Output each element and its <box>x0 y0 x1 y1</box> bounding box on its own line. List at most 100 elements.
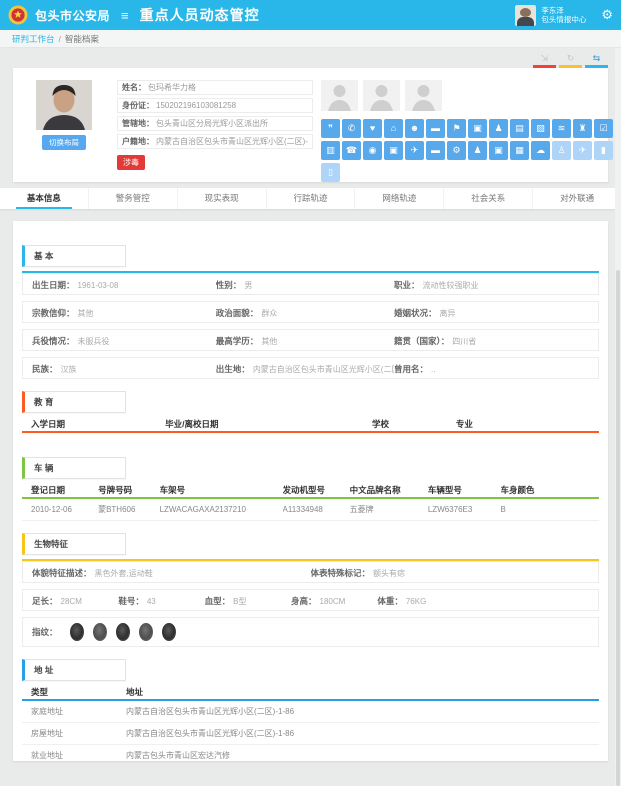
scrollbar-thumb[interactable] <box>616 270 620 786</box>
education-table-header: 入学日期 毕业/离校日期 学校 专业 <box>22 417 599 433</box>
section-vehicle-title: 车 辆 <box>22 457 126 479</box>
phone-call-icon[interactable]: ✆ <box>342 119 361 138</box>
tab-external-contact[interactable]: 对外联通 <box>532 188 621 209</box>
address-table-row: 就业地址 内蒙古包头市青山区宏达汽修 <box>22 745 599 761</box>
section-education-title: 教 育 <box>22 391 126 413</box>
user-name: 李东泽 <box>541 6 586 15</box>
fingerprint-image[interactable] <box>70 623 84 641</box>
field-jurisdiction: 管辖地： 包头青山区分局光辉小区派出所 <box>117 116 313 131</box>
app-title: 重点人员动态管控 <box>140 5 260 25</box>
bed-icon[interactable]: ▬ <box>426 141 445 160</box>
fingerprint-image[interactable] <box>116 623 130 641</box>
section-education: 教 育 入学日期 毕业/离校日期 学校 专业 <box>22 391 599 445</box>
breadcrumb-current: 智能档案 <box>65 33 99 45</box>
switch-layout-button[interactable]: 切换布局 <box>42 135 86 150</box>
person-bust-icon[interactable]: ♟ <box>468 141 487 160</box>
train-icon[interactable]: ▯ <box>321 163 340 182</box>
phone-icon[interactable]: ☎ <box>342 141 361 160</box>
user-box[interactable]: 李东泽 包头情报中心 <box>515 5 586 26</box>
refresh-icon: ↻ <box>559 52 582 65</box>
fingerprint-image[interactable] <box>93 623 107 641</box>
education-empty-body <box>22 433 599 445</box>
gear-icon[interactable]: ⚙ <box>447 141 466 160</box>
data-category-icon-grid: ❞ ✆ ♥ ⌂ ☻ ▬ ⚑ ▣ ♟ ▤ ▧ ≋ ♜ ☑ ▥ ☎ ◉ ▣ ✈ ▬ … <box>321 119 617 185</box>
photo-placeholder[interactable] <box>363 80 400 111</box>
check-square-icon[interactable]: ☑ <box>594 119 613 138</box>
fingerprint-image[interactable] <box>139 623 153 641</box>
menu-icon[interactable]: ≡ <box>121 8 129 23</box>
profile-card: 切换布局 姓名： 包玛希华力格 身份证： 150202196103081258 … <box>13 68 608 182</box>
vehicle-table-header: 登记日期 号牌号码 车架号 发动机型号 中文品牌名称 车辆型号 车身颜色 <box>22 483 599 499</box>
bed-icon[interactable]: ▬ <box>426 119 445 138</box>
basic-row: 民族：汉族 出生地：内蒙古自治区包头市青山区光辉小区(二区)-1-86 曾用名：… <box>22 357 599 379</box>
photo-placeholder[interactable] <box>321 80 358 111</box>
field-name: 姓名： 包玛希华力格 <box>117 80 313 95</box>
user-dept: 包头情报中心 <box>541 15 586 24</box>
refresh-control[interactable]: ↻ <box>559 52 582 68</box>
bus-icon[interactable]: ▮ <box>594 141 613 160</box>
graduation-cap-icon[interactable]: ⚑ <box>447 119 466 138</box>
chat-icon[interactable]: ❞ <box>321 119 340 138</box>
file-icon[interactable]: ▤ <box>510 119 529 138</box>
address-table-header: 类型 地址 <box>22 685 599 701</box>
refresh-underline <box>559 65 582 68</box>
bank-icon[interactable]: ♜ <box>573 119 592 138</box>
credit-card-icon[interactable]: ▦ <box>510 141 529 160</box>
settings-gear-icon[interactable]: ⚙ <box>601 7 613 23</box>
user-avatar[interactable] <box>515 5 536 26</box>
plane-icon[interactable]: ✈ <box>405 141 424 160</box>
photo-placeholder[interactable] <box>405 80 442 111</box>
home-icon[interactable]: ⌂ <box>384 119 403 138</box>
subject-photo[interactable] <box>36 80 92 130</box>
police-badge-logo <box>8 5 28 25</box>
section-biometrics-title: 生物特征 <box>22 533 126 555</box>
breadcrumb-separator: / <box>59 34 61 44</box>
expand-icon: ⇲ <box>533 52 556 65</box>
swap-underline <box>585 65 608 68</box>
police-car-icon[interactable]: ▣ <box>384 141 403 160</box>
section-basic: 基 本 出生日期：1961-03-08 性别：男 职业：流动性较强职业 宗教信仰… <box>22 245 599 379</box>
drug-related-badge: 涉毒 <box>117 155 145 170</box>
tab-social-relations[interactable]: 社会关系 <box>443 188 532 209</box>
cloud-icon[interactable]: ☁ <box>531 141 550 160</box>
tab-police-control[interactable]: 警务管控 <box>88 188 177 209</box>
section-biometrics: 生物特征 体貌特征描述：黑色外套,运动鞋 体表特殊标记：额头有痣 足长：28CM… <box>22 533 599 647</box>
person-icon[interactable]: ♟ <box>489 119 508 138</box>
org-name: 包头市公安局 <box>35 7 110 24</box>
rss-icon[interactable]: ◉ <box>363 141 382 160</box>
basic-row: 兵役情况：未服兵役 最高学历：其他 籍贯（国家）：四川省 <box>22 329 599 351</box>
wifi-icon[interactable]: ≋ <box>552 119 571 138</box>
tab-real-performance[interactable]: 现实表现 <box>177 188 266 209</box>
car-icon[interactable]: ▣ <box>468 119 487 138</box>
breadcrumb: 研判工作台 / 智能档案 <box>0 30 621 48</box>
section-vehicle: 车 辆 登记日期 号牌号码 车架号 发动机型号 中文品牌名称 车辆型号 车身颜色… <box>22 457 599 521</box>
id-card-icon[interactable]: ▥ <box>321 141 340 160</box>
swap-icon: ⇆ <box>585 52 608 65</box>
expand-underline <box>533 65 556 68</box>
vehicle-table-row: 2010-12-06 蒙BTH606 LZWACAGAXA2137210 A11… <box>22 499 599 521</box>
field-household-registration: 户籍地： 内蒙古自治区包头市青山区光辉小区(二区)-1-86 <box>117 134 313 149</box>
image-icon[interactable]: ▧ <box>531 119 550 138</box>
app-header: 包头市公安局 ≡ 重点人员动态管控 李东泽 包头情报中心 ⚙ <box>0 0 621 30</box>
fingerprint-row: 指纹： <box>22 617 599 647</box>
breadcrumb-parent[interactable]: 研判工作台 <box>12 33 55 45</box>
heart-icon[interactable]: ♥ <box>363 119 382 138</box>
tab-movement-track[interactable]: 行踪轨迹 <box>266 188 355 209</box>
taxi-icon[interactable]: ▣ <box>489 141 508 160</box>
address-table-row: 房屋地址 内蒙古自治区包头市青山区光辉小区(二区)-1-86 <box>22 723 599 745</box>
biometrics-description-row: 体貌特征描述：黑色外套,运动鞋 体表特殊标记：额头有痣 <box>22 561 599 583</box>
basic-info-panel: 基 本 出生日期：1961-03-08 性别：男 职业：流动性较强职业 宗教信仰… <box>13 221 608 761</box>
tab-network-track[interactable]: 网络轨迹 <box>354 188 443 209</box>
pedestrian-icon[interactable]: ♙ <box>552 141 571 160</box>
address-table-row: 家庭地址 内蒙古自治区包头市青山区光辉小区(二区)-1-86 <box>22 701 599 723</box>
biometrics-metrics-row: 足长：28CM 鞋号：43 血型：B型 身高：180CM 体重：76KG <box>22 589 599 611</box>
scrollbar-track <box>615 48 621 786</box>
plane-icon[interactable]: ✈ <box>573 141 592 160</box>
expand-control[interactable]: ⇲ <box>533 52 556 68</box>
field-id-number: 身份证： 150202196103081258 <box>117 98 313 113</box>
tab-basic-info[interactable]: 基本信息 <box>0 188 88 209</box>
fingerprint-image[interactable] <box>162 623 176 641</box>
panel-controls: ⇲ ↻ ⇆ <box>13 48 608 68</box>
swap-control[interactable]: ⇆ <box>585 52 608 68</box>
users-icon[interactable]: ☻ <box>405 119 424 138</box>
